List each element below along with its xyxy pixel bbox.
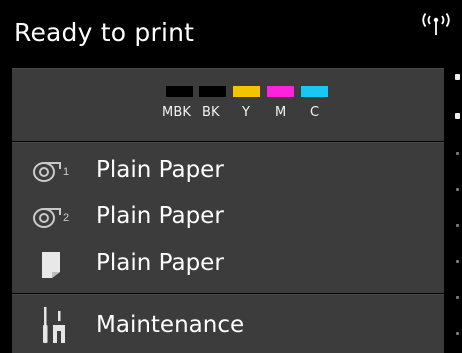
page-indicator xyxy=(452,68,462,352)
svg-text:2: 2 xyxy=(63,212,69,224)
ink-level-y xyxy=(233,86,260,97)
roll-paper-1-icon: 1 xyxy=(33,162,69,182)
maintenance-label: Maintenance xyxy=(96,312,245,338)
ink-level-m xyxy=(267,86,294,97)
media-row-sheet[interactable]: Plain Paper xyxy=(12,242,444,288)
svg-text:1: 1 xyxy=(63,166,69,178)
page-dot xyxy=(456,152,459,155)
page-dot-active xyxy=(455,74,460,80)
maintenance-panel[interactable]: Maintenance xyxy=(12,294,444,353)
media-label-roll-1: Plain Paper xyxy=(96,157,224,183)
ink-label-y: Y xyxy=(242,105,251,120)
status-bar: Ready to print xyxy=(0,0,462,68)
ink-label-mbk: MBK xyxy=(162,105,191,120)
cut-sheet-icon xyxy=(42,252,60,278)
roll-paper-2-icon: 2 xyxy=(33,208,69,228)
ink-label-m: M xyxy=(275,105,287,120)
ink-levels: MBK BK Y M C xyxy=(162,86,332,128)
wifi-antenna-icon xyxy=(422,12,450,35)
printer-status-text: Ready to print xyxy=(14,18,195,47)
media-label-roll-2: Plain Paper xyxy=(96,203,224,229)
page-dot xyxy=(456,332,459,335)
ink-label-c: C xyxy=(310,105,320,120)
ink-level-c xyxy=(301,86,328,97)
page-dot xyxy=(456,296,459,299)
page-dot xyxy=(456,224,459,227)
ink-level-mbk xyxy=(166,86,193,97)
page-dot-active xyxy=(455,113,460,119)
page-dot xyxy=(456,260,459,263)
page-dot xyxy=(456,188,459,191)
ink-label-bk: BK xyxy=(202,105,220,120)
media-row-roll-1[interactable]: 1 Plain Paper xyxy=(12,149,444,195)
ink-levels-panel[interactable]: MBK BK Y M C xyxy=(12,68,444,141)
tools-icon xyxy=(43,307,65,343)
ink-level-bk xyxy=(199,86,226,97)
media-panel: 1 Plain Paper 2 Plain Paper Plain Paper xyxy=(12,142,444,293)
media-row-roll-2[interactable]: 2 Plain Paper xyxy=(12,195,444,241)
media-label-sheet: Plain Paper xyxy=(96,250,224,276)
